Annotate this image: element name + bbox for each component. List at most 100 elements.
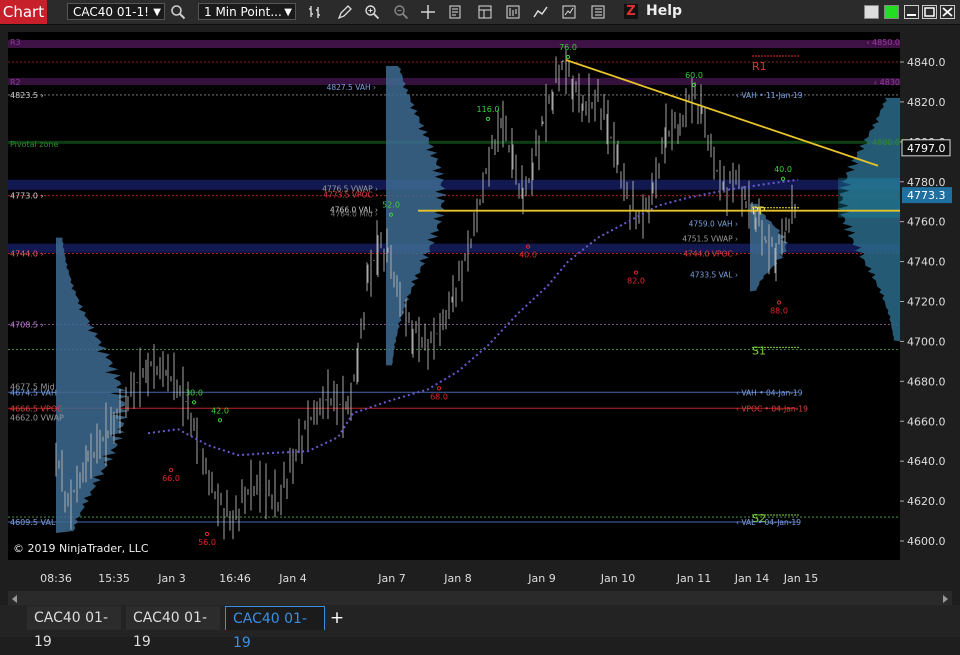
left-level-label: 4609.5 VAL [10, 518, 56, 527]
help-menu[interactable]: Help [646, 3, 682, 19]
interval-value: 1 Min Point... [204, 5, 282, 19]
price-tick-label: 4780.0 [907, 176, 946, 189]
swing-dot [168, 468, 174, 473]
r2-band [8, 77, 900, 85]
tab-cac40-1[interactable]: CAC40 01-19 [27, 606, 121, 650]
indicators-icon[interactable] [533, 4, 549, 20]
z-logo-icon[interactable]: Z [624, 4, 638, 19]
left-level-label: 4674.5 VAH [10, 388, 57, 397]
swing-label: 60.0 [685, 71, 703, 80]
session-level-label: 4773.5 VPOC › [323, 191, 378, 200]
swing-label: 88.0 [770, 306, 788, 315]
instrument-selector[interactable]: CAC40 01-1! ▼ [67, 3, 165, 20]
time-tick-label: Jan 4 [278, 572, 306, 585]
time-tick-label: Jan 14 [734, 572, 769, 585]
time-axis-svg: 08:36 15:35 Jan 3 16:46 Jan 4 Jan 7 Jan 8 Jan 9… [40, 572, 818, 585]
swing-dot [204, 531, 210, 537]
time-tick-label: 08:36 [40, 572, 72, 585]
session-level-label: ‹ VAH • 11-Jan-19 [736, 91, 803, 100]
swing-dot [191, 400, 197, 405]
tab-cac40-2[interactable]: CAC40 01-19 [126, 606, 220, 650]
r3-band [8, 40, 900, 49]
strategies-icon[interactable] [505, 4, 521, 20]
pivotal-zone-band [8, 140, 900, 144]
price-tick-label: 4620.0 [907, 495, 946, 508]
crosshair-icon[interactable] [420, 4, 436, 20]
time-tick-label: Jan 11 [676, 572, 711, 585]
swing-label: 82.0 [627, 277, 645, 286]
time-tick-label: Jan 10 [600, 572, 635, 585]
volume-profile-right [837, 97, 900, 342]
right-level-label: ‹ 4800.0 [866, 138, 900, 147]
left-level-label: 4662.0 VWAP [10, 413, 64, 422]
pencil-icon[interactable] [337, 4, 353, 20]
price-tick-label: 4760.0 [907, 216, 946, 229]
zoom-out-icon[interactable] [393, 4, 409, 20]
price-chart[interactable]: R1PPS1S2R3R24823.5 ›Pivotal zone4773.0 ›… [8, 32, 900, 560]
maximize-icon[interactable] [922, 5, 937, 19]
swing-label: 40.0 [519, 251, 537, 260]
price-tick-label: 4640.0 [907, 455, 946, 468]
price-tick-label: 4700.0 [907, 335, 946, 348]
list-icon[interactable] [590, 4, 606, 20]
add-tab-button[interactable]: + [327, 607, 347, 629]
resistance-trendline [565, 59, 879, 167]
swing-label: 52.0 [382, 201, 400, 210]
chart-panel[interactable]: R1 PP S1 S2 R3 R2 4823.5 › Pivotal zone 4773.0 ›… [8, 32, 900, 560]
session-level-label: ‹ VPOC • 04-Jan-19 [736, 404, 808, 413]
chevron-down-icon: ▼ [153, 7, 161, 18]
tab-cac40-3[interactable]: CAC40 01-19 [225, 606, 325, 651]
left-level-label: 4823.5 › [10, 91, 44, 100]
chart-tab[interactable]: Chart [0, 0, 47, 24]
value-area-highlight [838, 177, 900, 218]
search-icon[interactable] [170, 4, 186, 20]
minimize-icon[interactable] [904, 5, 919, 19]
time-axis[interactable]: 08:36 15:35 Jan 3 16:46 Jan 4 Jan 7 Jan 8 Jan 9… [8, 565, 900, 589]
chart-trader-icon[interactable] [561, 4, 577, 20]
session-level-label: 4827.5 VAH › [327, 83, 376, 92]
swing-dot [436, 386, 442, 391]
price-axis[interactable]: 4840.04820.04800.04780.04760.04740.04720… [900, 32, 952, 560]
left-level-label: 4773.0 › [10, 192, 44, 201]
scrollbar-arrows [12, 595, 948, 603]
bottom-tab-bar: CAC40 01-19 CAC40 01-19 CAC40 01-19 + [0, 605, 960, 651]
swing-label: 116.0 [477, 105, 500, 114]
data-box-icon[interactable] [448, 4, 464, 20]
left-level-label: 4744.0 › [10, 250, 44, 259]
price-tick-label: 4660.0 [907, 415, 946, 428]
time-tick-label: Jan 8 [443, 572, 471, 585]
swing-label: 56.0 [198, 538, 216, 547]
price-tick-label: 4720.0 [907, 296, 946, 309]
close-icon[interactable] [940, 5, 955, 19]
grey-square-icon[interactable] [864, 5, 879, 19]
properties-icon[interactable] [477, 4, 493, 20]
volume-profile-left [56, 237, 129, 534]
price-tick-label: 4820.0 [907, 96, 946, 109]
chevron-down-icon: ▼ [284, 7, 292, 18]
horizontal-scrollbar[interactable] [8, 591, 952, 605]
swing-label: 42.0 [211, 406, 229, 415]
swing-dot [633, 270, 639, 275]
time-tick-label: 15:35 [98, 572, 130, 585]
pivot-label-r1: R1 [752, 60, 767, 73]
copyright-text: © 2019 NinjaTrader, LLC [13, 542, 149, 555]
zoom-in-icon[interactable] [364, 4, 380, 20]
swing-label: 66.0 [162, 474, 180, 483]
green-square-icon[interactable] [884, 5, 899, 19]
swing-dot [217, 418, 223, 423]
session-level-label: ‹ VAH • 04-Jan-19 [736, 388, 803, 397]
price-axis-svg: 4840.04820.04800.04780.04760.04740.04720… [900, 56, 952, 548]
swing-label: 30.0 [185, 388, 203, 397]
right-level-label: ‹ 4830 [874, 78, 900, 87]
swing-label: 68.0 [430, 392, 448, 401]
bar-type-icon[interactable] [308, 4, 324, 20]
blue-band-upper [8, 179, 900, 190]
price-tick-label: 4680.0 [907, 375, 946, 388]
time-tick-label: Jan 3 [157, 572, 185, 585]
price-bars [55, 50, 796, 540]
time-tick-label: 16:46 [219, 572, 251, 585]
session-level-label: 4759.0 VAH › [689, 220, 738, 229]
interval-selector[interactable]: 1 Min Point... ▼ [198, 3, 296, 20]
left-level-label: 4666.5 VPOC [10, 404, 63, 413]
pivot-label-pp: PP [752, 205, 766, 218]
